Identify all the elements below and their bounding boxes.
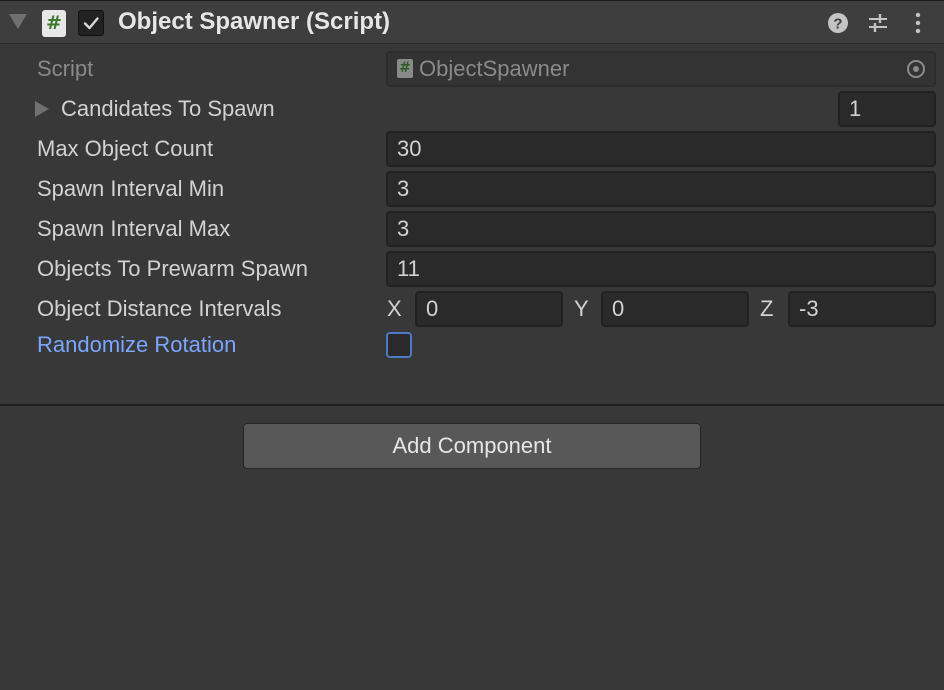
randomize-rotation-label: Randomize Rotation <box>37 332 237 357</box>
distance-y-field[interactable]: 0 <box>601 291 749 327</box>
max-object-count-field[interactable]: 30 <box>386 131 936 167</box>
spawn-interval-min-label: Spawn Interval Min <box>37 176 225 201</box>
x-axis-label[interactable]: X <box>387 296 402 322</box>
script-reference-value: ObjectSpawner <box>419 56 570 81</box>
max-object-count-label: Max Object Count <box>37 136 214 161</box>
object-picker-icon[interactable] <box>906 59 926 79</box>
candidates-count-field[interactable]: 1 <box>838 91 936 127</box>
objects-to-prewarm-field[interactable]: 11 <box>386 251 936 287</box>
z-axis-label[interactable]: Z <box>760 296 773 322</box>
script-icon: # <box>42 10 66 37</box>
svg-text:?: ? <box>833 16 842 33</box>
help-icon[interactable]: ? <box>826 11 850 35</box>
foldout-arrow-icon[interactable] <box>9 14 27 29</box>
script-label: Script <box>37 56 94 81</box>
candidates-label[interactable]: Candidates To Spawn <box>61 96 275 122</box>
divider <box>0 404 944 406</box>
spawn-interval-min-field[interactable]: 3 <box>386 171 936 207</box>
script-file-icon: # <box>397 58 413 78</box>
randomize-rotation-checkbox[interactable] <box>386 332 412 358</box>
spawn-interval-max-label: Spawn Interval Max <box>37 216 231 241</box>
distance-intervals-label: Object Distance Intervals <box>37 296 282 321</box>
component-title: Object Spawner (Script) <box>118 8 391 35</box>
component-header[interactable]: # Object Spawner (Script) ? <box>0 0 944 44</box>
spawn-interval-max-field[interactable]: 3 <box>386 211 936 247</box>
component-enabled-checkbox[interactable] <box>78 10 104 36</box>
distance-z-field[interactable]: -3 <box>788 291 936 327</box>
y-axis-label[interactable]: Y <box>574 296 589 322</box>
objects-to-prewarm-label: Objects To Prewarm Spawn <box>37 256 309 281</box>
add-component-button[interactable]: Add Component <box>243 423 701 469</box>
candidates-foldout-arrow-icon[interactable] <box>35 101 49 117</box>
script-reference-field[interactable]: # ObjectSpawner <box>386 51 936 87</box>
kebab-menu-icon[interactable] <box>906 11 930 35</box>
checkmark-icon <box>83 17 99 30</box>
distance-x-field[interactable]: 0 <box>415 291 563 327</box>
presets-icon[interactable] <box>866 11 890 35</box>
